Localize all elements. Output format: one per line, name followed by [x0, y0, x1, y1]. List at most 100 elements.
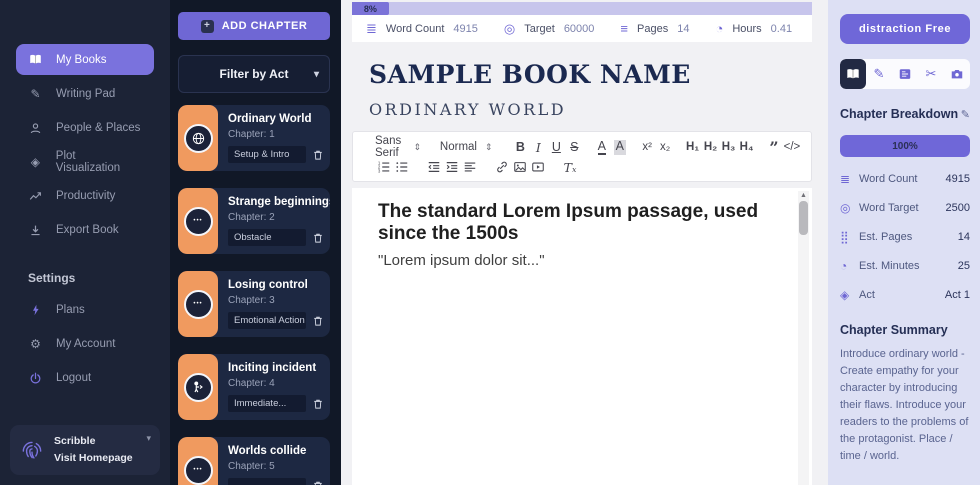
power-icon	[28, 372, 43, 385]
scrollbar-thumb[interactable]	[799, 201, 808, 235]
indent-button[interactable]	[443, 158, 461, 176]
italic-button[interactable]: I	[529, 138, 547, 156]
code-block-button[interactable]: </>	[783, 138, 801, 156]
stat-value: 14	[677, 22, 690, 35]
stat-value: 25	[957, 259, 970, 272]
tab-writing-tools[interactable]: ✎	[866, 59, 892, 89]
camera-icon	[951, 69, 963, 79]
size-select[interactable]: Normal ⇕	[440, 141, 493, 153]
tab-notes[interactable]	[892, 59, 918, 89]
superscript-button[interactable]: x²	[638, 138, 656, 156]
ellipsis-icon: •••	[183, 455, 213, 485]
ellipsis-icon: •••	[183, 206, 213, 236]
tab-media[interactable]	[944, 59, 970, 89]
sidebar-item-plot-visualization[interactable]: ◈ Plot Visualization	[16, 147, 154, 177]
editor-scrollbar[interactable]: ▲	[798, 191, 809, 485]
app: My Books ✎ Writing Pad People & Places ◈…	[0, 0, 980, 485]
stat-label: Est. Pages	[859, 230, 913, 243]
blockquote-button[interactable]: ”	[765, 138, 783, 157]
bold-button[interactable]: B	[511, 138, 529, 156]
chapter-card[interactable]: ••• Worlds collide Chapter: 5	[178, 437, 330, 485]
chapter-card[interactable]: Ordinary World Chapter: 1 Setup & Intro	[178, 105, 330, 171]
chapter-card[interactable]: ••• Strange beginnings Chapter: 2 Obstac…	[178, 188, 330, 254]
sidebar-item-export-book[interactable]: Export Book	[16, 215, 154, 245]
bullet-list-button[interactable]	[393, 158, 411, 176]
sidebar-item-productivity[interactable]: Productivity	[16, 181, 154, 211]
lightning-icon	[28, 304, 43, 316]
stat-label: Target	[524, 22, 555, 35]
scissors-icon: ✂	[925, 66, 937, 81]
trash-icon[interactable]	[312, 480, 324, 485]
chapter-cards: Ordinary World Chapter: 1 Setup & Intro …	[178, 105, 330, 485]
trash-icon[interactable]	[312, 398, 324, 410]
brand-block[interactable]: Scribble Visit Homepage ▾	[10, 425, 160, 475]
strikethrough-button[interactable]: S	[565, 138, 583, 156]
book-progress-bar: 8%	[352, 2, 812, 15]
heading4-button[interactable]: H₄	[738, 138, 756, 156]
svg-text:3: 3	[378, 168, 381, 173]
sidebar-item-plans[interactable]: Plans	[16, 295, 154, 325]
sidebar-item-people-places[interactable]: People & Places	[16, 113, 154, 143]
editor-area: 8% ≣ Word Count 4915 ◎ Target 60000 ≡ Pa…	[341, 0, 828, 485]
distraction-free-button[interactable]: distraction Free	[840, 14, 970, 44]
scroll-up-arrow-icon[interactable]: ▲	[800, 191, 807, 201]
gear-icon: ⚙	[30, 337, 41, 351]
fingerprint-logo-icon	[19, 437, 45, 463]
stat-label: Est. Minutes	[859, 259, 920, 272]
chapter-card[interactable]: Inciting incident Chapter: 4 Immediate..…	[178, 354, 330, 420]
sidebar-item-logout[interactable]: Logout	[16, 363, 154, 393]
filter-by-act-select[interactable]: Filter by Act ▾	[178, 55, 330, 93]
ordered-list-button[interactable]: 123	[375, 158, 393, 176]
align-button[interactable]	[461, 158, 479, 176]
hours-icon: ◔	[715, 21, 724, 36]
layers-icon: ◈	[30, 155, 41, 169]
highlight-color-button[interactable]: A	[613, 139, 626, 155]
trash-icon[interactable]	[312, 315, 324, 327]
image-button[interactable]	[511, 158, 529, 176]
stats-bar: ≣ Word Count 4915 ◎ Target 60000 ≡ Pages…	[352, 15, 812, 42]
text-editor[interactable]: The standard Lorem Ipsum passage, used s…	[352, 188, 812, 485]
chevron-down-icon[interactable]: ▾	[146, 433, 151, 444]
chapter-number: Chapter: 1	[228, 129, 275, 140]
grid-icon: ⣿	[840, 229, 849, 244]
editor-heading: The standard Lorem Ipsum passage, used s…	[378, 201, 759, 244]
brand-link[interactable]: Visit Homepage	[54, 452, 133, 464]
person-icon	[28, 122, 43, 135]
trash-icon[interactable]	[312, 149, 324, 161]
font-select[interactable]: Sans Serif ⇕	[375, 135, 421, 159]
clock-icon: ◔	[840, 258, 848, 273]
add-chapter-label: ADD CHAPTER	[221, 20, 308, 32]
sidebar-item-my-books[interactable]: My Books	[16, 44, 154, 75]
heading3-button[interactable]: H₃	[720, 138, 738, 156]
video-button[interactable]	[529, 158, 547, 176]
sidebar-item-writing-pad[interactable]: ✎ Writing Pad	[16, 79, 154, 109]
stat-value: 4915	[945, 172, 970, 185]
panel-stat-word-count: ≣ Word Count 4915	[840, 171, 970, 186]
heading2-button[interactable]: H₂	[702, 138, 720, 156]
sidebar-item-my-account[interactable]: ⚙ My Account	[16, 329, 154, 359]
stat-value: 14	[957, 230, 970, 243]
right-sidebar: distraction Free ✎ ✂ Chapter Breakdown ✎…	[828, 0, 980, 485]
link-button[interactable]	[493, 158, 511, 176]
outdent-button[interactable]	[425, 158, 443, 176]
chapter-number: Chapter: 5	[228, 461, 275, 472]
sidebar-item-label: Writing Pad	[56, 88, 116, 100]
add-chapter-button[interactable]: + ADD CHAPTER	[178, 12, 330, 40]
chapter-number: Chapter: 3	[228, 295, 275, 306]
text-color-button[interactable]: A	[597, 139, 606, 155]
edit-icon[interactable]: ✎	[961, 108, 970, 121]
tab-snippets[interactable]: ✂	[918, 59, 944, 89]
chapter-summary-title: Chapter Summary	[840, 323, 948, 337]
chapter-card[interactable]: ••• Losing control Chapter: 3 Emotional …	[178, 271, 330, 337]
trash-icon[interactable]	[312, 232, 324, 244]
heading1-button[interactable]: H₁	[684, 138, 702, 156]
clear-formatting-button[interactable]: Tₓ	[561, 158, 579, 176]
book-title: SAMPLE BOOK NAME	[369, 60, 691, 89]
act-tag: Obstacle	[228, 229, 306, 246]
tab-chapter-breakdown[interactable]	[840, 59, 866, 89]
chapter-progress-fill: 100%	[840, 135, 970, 157]
act-tag: Setup & Intro	[228, 146, 306, 163]
pen-icon: ✎	[30, 87, 41, 101]
underline-button[interactable]: U	[547, 138, 565, 156]
subscript-button[interactable]: x₂	[656, 138, 674, 156]
